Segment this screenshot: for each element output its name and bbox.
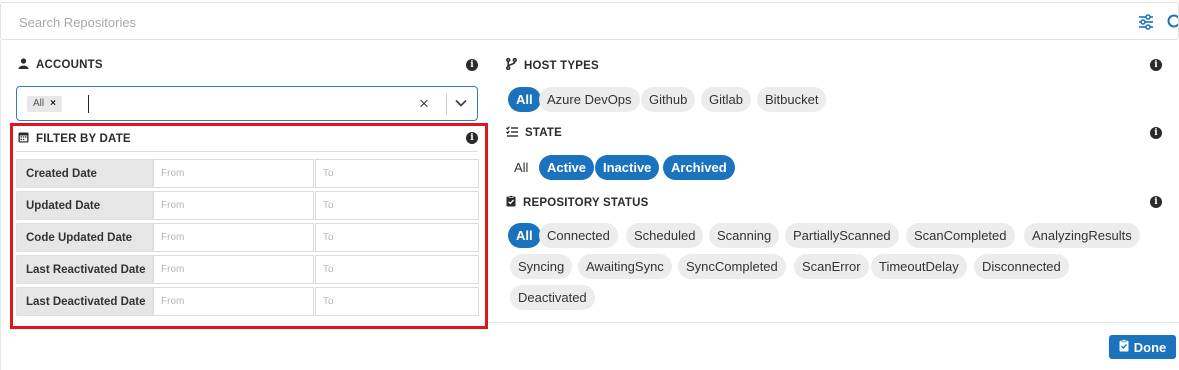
accounts-info-icon[interactable]: i [466,59,478,71]
status-timeout-delay[interactable]: TimeoutDelay [871,254,967,279]
status-partially-scanned[interactable]: PartiallyScanned [785,223,899,248]
host-type-azure-devops[interactable]: Azure DevOps [539,87,640,112]
date-to-input[interactable]: To [315,255,479,284]
status-connected[interactable]: Connected [539,223,618,248]
state-all[interactable]: All [506,155,536,180]
status-awaiting-sync[interactable]: AwaitingSync [578,254,672,279]
filter-by-date-info-icon[interactable]: i [466,132,478,144]
status-scan-completed[interactable]: ScanCompleted [906,223,1015,248]
search-icon[interactable] [1166,14,1179,35]
date-row-last-deactivated: Last Deactivated Date From To [16,287,479,316]
status-scanning[interactable]: Scanning [709,223,780,248]
done-button[interactable]: Done [1109,335,1176,359]
divider [446,94,447,115]
date-row-updated: Updated Date From To [16,191,479,220]
date-row-code-updated: Code Updated Date From To [16,223,479,252]
status-scheduled[interactable]: Scheduled [626,223,704,248]
filter-settings-icon[interactable] [1138,14,1154,35]
date-row-label: Code Updated Date [16,223,153,252]
state-active[interactable]: Active [539,155,595,180]
status-disconnected[interactable]: Disconnected [974,254,1069,279]
date-row-label: Created Date [16,159,153,188]
status-syncing[interactable]: Syncing [510,254,573,279]
text-caret [88,95,89,113]
clear-icon[interactable]: × [419,94,429,114]
host-type-all[interactable]: All [508,87,541,112]
date-from-input[interactable]: From [153,223,314,252]
user-icon [18,58,29,72]
date-row-label: Last Reactivated Date [16,255,153,284]
selected-account-chip: All × [27,96,62,112]
search-bar: Search Repositories [0,2,1179,40]
status-sync-completed[interactable]: SyncCompleted [678,254,786,279]
state-heading: STATE [506,126,562,140]
chevron-down-icon[interactable] [454,96,468,115]
date-row-last-reactivated: Last Reactivated Date From To [16,255,479,284]
clipboard-check-icon [506,195,516,210]
git-branch-icon [506,57,518,73]
status-analyzing-results[interactable]: AnalyzingResults [1024,223,1140,248]
calendar-icon [18,131,29,146]
date-row-label: Last Deactivated Date [16,287,153,316]
date-to-input[interactable]: To [315,287,479,316]
host-type-gitlab[interactable]: Gitlab [701,87,751,112]
date-row-created: Created Date From To [16,159,479,188]
status-all[interactable]: All [508,223,541,248]
status-scan-error[interactable]: ScanError [794,254,869,279]
remove-chip-icon[interactable]: × [50,96,56,112]
filter-panel: ACCOUNTS i All × × FILTER BY DATE i Crea… [0,40,1179,370]
clipboard-check-icon [1119,339,1129,355]
date-row-label: Updated Date [16,191,153,220]
filter-by-date-heading: FILTER BY DATE [18,131,131,146]
state-info-icon[interactable]: i [1150,127,1162,139]
date-to-input[interactable]: To [315,223,479,252]
date-from-input[interactable]: From [153,191,314,220]
checklist-icon [506,126,518,140]
repository-status-heading: REPOSITORY STATUS [506,195,648,210]
repository-status-info-icon[interactable]: i [1150,196,1162,208]
host-types-heading: HOST TYPES [506,57,599,73]
date-from-input[interactable]: From [153,287,314,316]
status-deactivated[interactable]: Deactivated [510,285,595,310]
search-input[interactable]: Search Repositories [19,15,136,30]
state-inactive[interactable]: Inactive [595,155,660,180]
divider [488,322,1179,323]
host-type-github[interactable]: Github [641,87,696,112]
accounts-select[interactable]: All × × [16,86,478,121]
date-to-input[interactable]: To [315,191,479,220]
date-from-input[interactable]: From [153,159,314,188]
accounts-heading: ACCOUNTS [18,58,103,72]
date-to-input[interactable]: To [315,159,479,188]
divider [16,151,478,152]
host-types-info-icon[interactable]: i [1150,59,1162,71]
host-type-bitbucket[interactable]: Bitbucket [757,87,827,112]
date-from-input[interactable]: From [153,255,314,284]
state-archived[interactable]: Archived [663,155,735,180]
